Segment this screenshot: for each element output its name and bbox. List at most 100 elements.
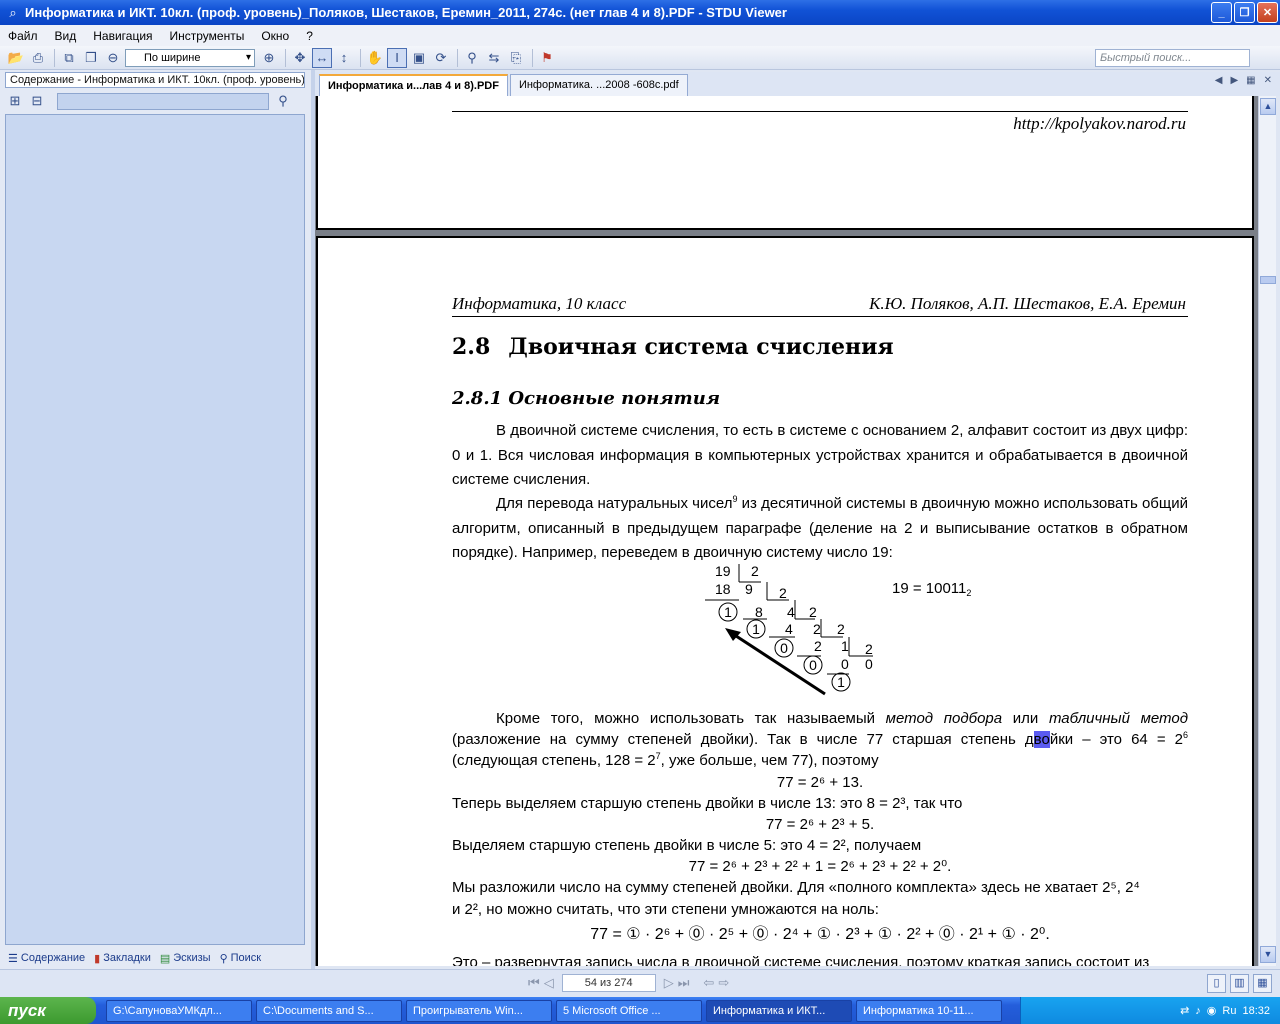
clipboard-icon[interactable]: ⎘ [506,48,526,68]
taskbar-item[interactable]: Проигрыватель Win... [406,999,552,1022]
menu-file[interactable]: Файл [8,29,38,43]
text-span: , уже больше, чем 77), поэтому [660,752,879,769]
division-number: 2 [865,641,873,657]
menu-help[interactable]: ? [306,29,313,43]
menu-bar: Файл Вид Навигация Инструменты Окно ? [0,25,1280,46]
text-select-icon[interactable]: I [387,47,407,68]
copy-icon[interactable]: ⧉ [59,48,79,68]
division-number: 2 [813,621,821,637]
division-number: 4 [787,604,795,620]
system-tray: ⇄ ♪ ◉ Ru 18:32 [1020,997,1280,1024]
taskbar-item[interactable]: Информатика 10-11... [856,999,1002,1022]
contents-tree[interactable] [5,114,305,945]
quick-search-input[interactable]: Быстрый поиск... [1095,49,1250,67]
next-page-icon[interactable]: ▷ [664,975,674,991]
tray-network-icon[interactable]: ⇄ [1180,1004,1189,1017]
tray-shield-icon[interactable]: ◉ [1207,1004,1217,1017]
text-line: Теперь выделяем старшую степень двойки в… [452,795,963,812]
tab-close-icon[interactable]: ✕ [1264,75,1272,86]
taskbar-item-active[interactable]: Информатика и ИКТ... [706,999,852,1022]
page-number-input[interactable]: 54 из 274 [561,974,656,992]
hand-tool-icon[interactable]: ✋ [365,48,385,68]
binoculars-icon[interactable]: ⚲ [273,91,293,111]
division-number: 1 [841,638,849,654]
taskbar-item[interactable]: 5 Microsoft Office ... [556,999,702,1022]
text-selection[interactable]: во [1033,731,1050,748]
open-folder-icon[interactable]: 📂 [6,48,26,68]
tray-volume-icon[interactable]: ♪ [1195,1005,1201,1017]
equation-4: 77 = ① · 2⁶ + ⓪ · 2⁵ + ⓪ · 2⁴ + ① · 2³ +… [590,926,1050,943]
fit-height-icon[interactable]: ↕ [334,48,354,68]
zoom-select[interactable]: По ширине [125,48,255,67]
bookmark-add-icon[interactable]: ⚑ [537,48,557,68]
taskbar-item[interactable]: C:\Documents and S... [256,999,402,1022]
minimize-button[interactable]: _ [1211,2,1232,23]
scroll-down-icon[interactable]: ▼ [1260,946,1276,963]
doc-tab-2[interactable]: Информатика. ...2008 -608с.pdf [509,74,688,96]
fit-page-icon[interactable]: ✥ [290,48,310,68]
prev-page-icon[interactable]: ◁ [544,975,554,991]
collapse-icon[interactable]: ⊟ [27,91,47,111]
grid-view-icon[interactable]: ▦ [1253,974,1272,993]
menu-view[interactable]: Вид [55,29,77,43]
tab-search[interactable]: ⚲ Поиск [220,952,262,965]
rotate-icon[interactable]: ⟳ [431,48,451,68]
forward-icon[interactable]: ⇨ [718,975,729,991]
last-page-icon[interactable]: ⏭ [678,975,690,991]
section-title: Двоичная система счисления [508,334,894,360]
zoom-out-icon[interactable]: ⊖ [103,48,123,68]
subsection-heading: 2.8.1 Основные понятия [452,388,721,409]
tab-thumbnails[interactable]: ▤ Эскизы [160,952,211,965]
document-viewer[interactable]: http://kpolyakov.narod.ru Информатика, 1… [315,96,1258,966]
doc-tab-1[interactable]: Информатика и...лав 4 и 8).PDF [319,74,508,96]
result-text: 19 = 10011 [892,580,967,597]
start-button[interactable]: пуск [0,997,96,1024]
tab-list-icon[interactable]: ▦ [1246,75,1255,86]
text-span: Для перевода натуральных чисел [496,495,733,512]
text-span: (разложение на сумму степеней двойки). Т… [452,731,1034,748]
equation-1: 77 = 2⁶ + 13. [776,774,864,791]
scroll-up-icon[interactable]: ▲ [1260,98,1276,115]
header-rule [452,316,1188,317]
vertical-scrollbar[interactable]: ▲ ▼ [1258,96,1276,966]
division-number: 19 [715,564,731,579]
tab-contents[interactable]: ☰ Содержание [8,952,85,965]
tab-contents-label: Содержание [20,952,86,964]
find-icon[interactable]: ⚲ [462,48,482,68]
snapshot-icon[interactable]: ▣ [409,48,429,68]
menu-navigation[interactable]: Навигация [93,29,152,43]
two-page-icon[interactable]: ▥ [1230,974,1249,993]
term-fit-method: метод подбора [885,710,1003,727]
tray-lang[interactable]: Ru [1222,1005,1236,1017]
taskbar-item[interactable]: G:\СапуноваУМКдл... [106,999,252,1022]
tab-prev-icon[interactable]: ◀ [1215,75,1223,86]
left-panel-tabs: ☰ Содержание ▮ Закладки ▤ Эскизы ⚲ Поиск [8,948,305,968]
single-page-icon[interactable]: ▯ [1207,974,1226,993]
maximize-button[interactable]: ❐ [1234,2,1255,23]
pages-icon[interactable]: ❐ [81,48,101,68]
contents-search-input[interactable] [57,92,269,110]
menu-tools[interactable]: Инструменты [170,29,245,43]
status-bar: ⏮ ◁ 54 из 274 ▷ ⏭ ⇦ ⇨ ▯ ▥ ▦ [0,969,1280,997]
page-header-right: К.Ю. Поляков, А.П. Шестаков, Е.А. Еремин [869,294,1186,313]
division-number: 2 [814,638,822,654]
swap-icon[interactable]: ⇆ [484,48,504,68]
expand-icon[interactable]: ⊞ [5,91,25,111]
equation-2: 77 = 2⁶ + 2³ + 5. [765,816,875,833]
close-button[interactable]: ✕ [1257,2,1278,23]
tab-navigation: ◀ ▶ ▦ ✕ [1215,75,1272,86]
zoom-in-icon[interactable]: ⊕ [259,48,279,68]
print-icon[interactable]: ⎙ [28,48,48,68]
back-icon[interactable]: ⇦ [703,975,714,991]
pdf-page: Информатика, 10 класс К.Ю. Поляков, А.П.… [316,236,1254,966]
tab-bookmarks[interactable]: ▮ Закладки [94,952,151,965]
section-number: 2.8 [452,334,491,360]
first-page-icon[interactable]: ⏮ [528,975,540,991]
fit-width-icon[interactable]: ↔ [312,47,332,68]
tab-next-icon[interactable]: ▶ [1230,75,1238,86]
scroll-thumb[interactable] [1260,276,1276,284]
term-table-method: табличный метод [1048,710,1188,727]
menu-window[interactable]: Окно [261,29,289,43]
text-line: Выделяем старшую степень двойки в числе … [452,837,922,854]
toolbar-separator [54,48,55,67]
